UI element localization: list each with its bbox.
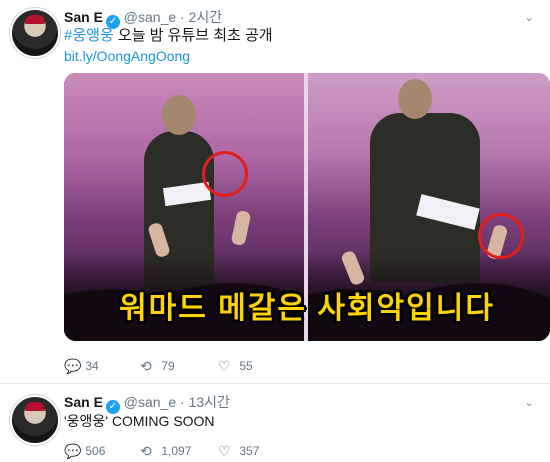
- like-count: 55: [239, 359, 253, 373]
- like-button[interactable]: ♡ 55: [218, 358, 253, 375]
- reply-button[interactable]: 💬 506: [64, 443, 105, 460]
- avatar-hat: [25, 402, 45, 411]
- raised-hand: [230, 209, 252, 247]
- retweet-icon: ⟲: [140, 358, 152, 374]
- caret-down-icon[interactable]: ⌄: [522, 10, 536, 24]
- like-count: 357: [239, 444, 260, 458]
- display-name[interactable]: San E: [64, 9, 103, 25]
- heart-icon: ♡: [218, 358, 231, 374]
- avatar[interactable]: [10, 395, 60, 445]
- caret-down-icon[interactable]: ⌄: [522, 395, 536, 409]
- hashtag-link[interactable]: #웅앵웅: [64, 27, 114, 44]
- retweet-count: 1,097: [161, 444, 192, 458]
- separator: ·: [180, 394, 185, 410]
- user-handle[interactable]: @san_e: [124, 9, 176, 25]
- reply-icon: 💬: [64, 358, 82, 374]
- heart-icon: ♡: [218, 443, 231, 459]
- timestamp[interactable]: 13시간: [189, 394, 230, 410]
- tweet-link-line: bit.ly/OongAngOong: [64, 46, 190, 66]
- like-button[interactable]: ♡ 357: [218, 443, 259, 460]
- media-image[interactable]: 워마드 메갈은 사회악입니다: [64, 73, 550, 341]
- separator: ·: [180, 9, 185, 25]
- retweet-count: 79: [161, 359, 175, 373]
- media-caption: 워마드 메갈은 사회악입니다: [119, 292, 495, 325]
- highlight-circle: [478, 213, 524, 259]
- reply-count: 506: [85, 444, 106, 458]
- tweet-text: #웅앵웅 오늘 밤 유튜브 최초 공개: [64, 26, 273, 46]
- user-handle[interactable]: @san_e: [124, 394, 176, 410]
- display-name[interactable]: San E: [64, 394, 103, 410]
- performer-head: [162, 95, 196, 135]
- tweet-1[interactable]: ⌄ San E ✓ @san_e · 2시간 #웅앵웅 오늘 밤 유튜브 최초 공…: [0, 0, 550, 384]
- highlight-circle: [202, 151, 248, 197]
- url-link[interactable]: bit.ly/OongAngOong: [64, 48, 190, 64]
- avatar[interactable]: [10, 8, 60, 58]
- tweet-body: 오늘 밤 유튜브 최초 공개: [113, 27, 273, 44]
- reply-icon: 💬: [64, 443, 82, 459]
- retweet-button[interactable]: ⟲ 1,097: [140, 443, 191, 460]
- retweet-button[interactable]: ⟲ 79: [140, 358, 175, 375]
- tweet-text: '웅앵웅' COMING SOON: [64, 413, 215, 429]
- reply-button[interactable]: 💬 34: [64, 358, 99, 375]
- timestamp[interactable]: 2시간: [189, 9, 223, 25]
- tweet-2[interactable]: ⌄ San E ✓ @san_e · 13시간 '웅앵웅' COMING SOON…: [0, 385, 550, 462]
- avatar-hat: [25, 15, 45, 24]
- reply-count: 34: [85, 359, 99, 373]
- retweet-icon: ⟲: [140, 443, 152, 459]
- performer-head: [398, 79, 432, 119]
